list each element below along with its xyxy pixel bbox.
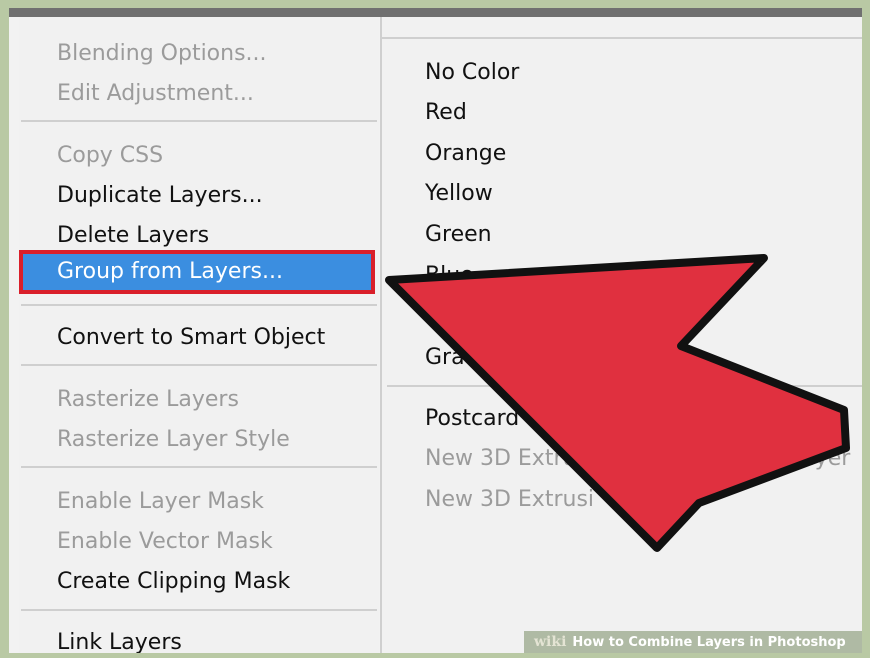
- screenshot-frame: Blending Options... Edit Adjustment... C…: [9, 8, 862, 653]
- arrow-shape: [385, 254, 850, 552]
- watermark-title: How to Combine Layers in Photoshop: [572, 635, 846, 650]
- watermark-brand: wiki: [534, 634, 567, 650]
- watermark: wiki How to Combine Layers in Photoshop: [524, 631, 862, 653]
- red-arrow-icon: [385, 254, 850, 552]
